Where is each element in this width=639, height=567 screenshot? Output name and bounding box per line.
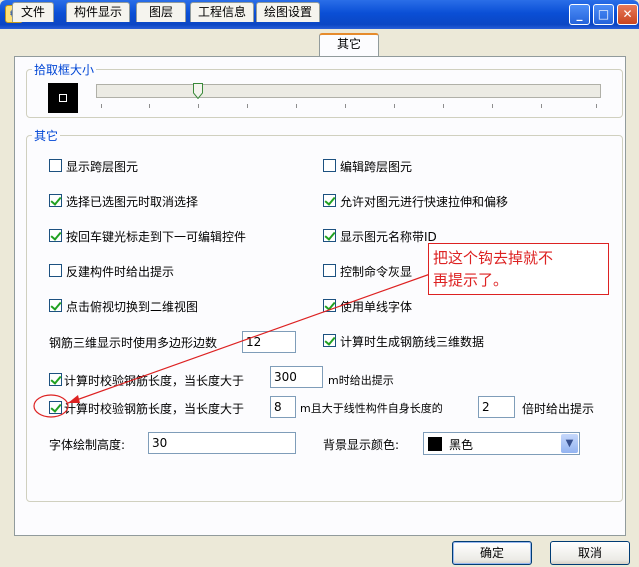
annotation-circle (33, 394, 69, 418)
annotation-note: 把这个钩去掉就不 再提示了。 (428, 243, 609, 295)
annotation-arrow-line (67, 272, 434, 404)
annotation-arrow-head (68, 395, 80, 403)
tab-other[interactable]: 其它 (319, 33, 379, 56)
